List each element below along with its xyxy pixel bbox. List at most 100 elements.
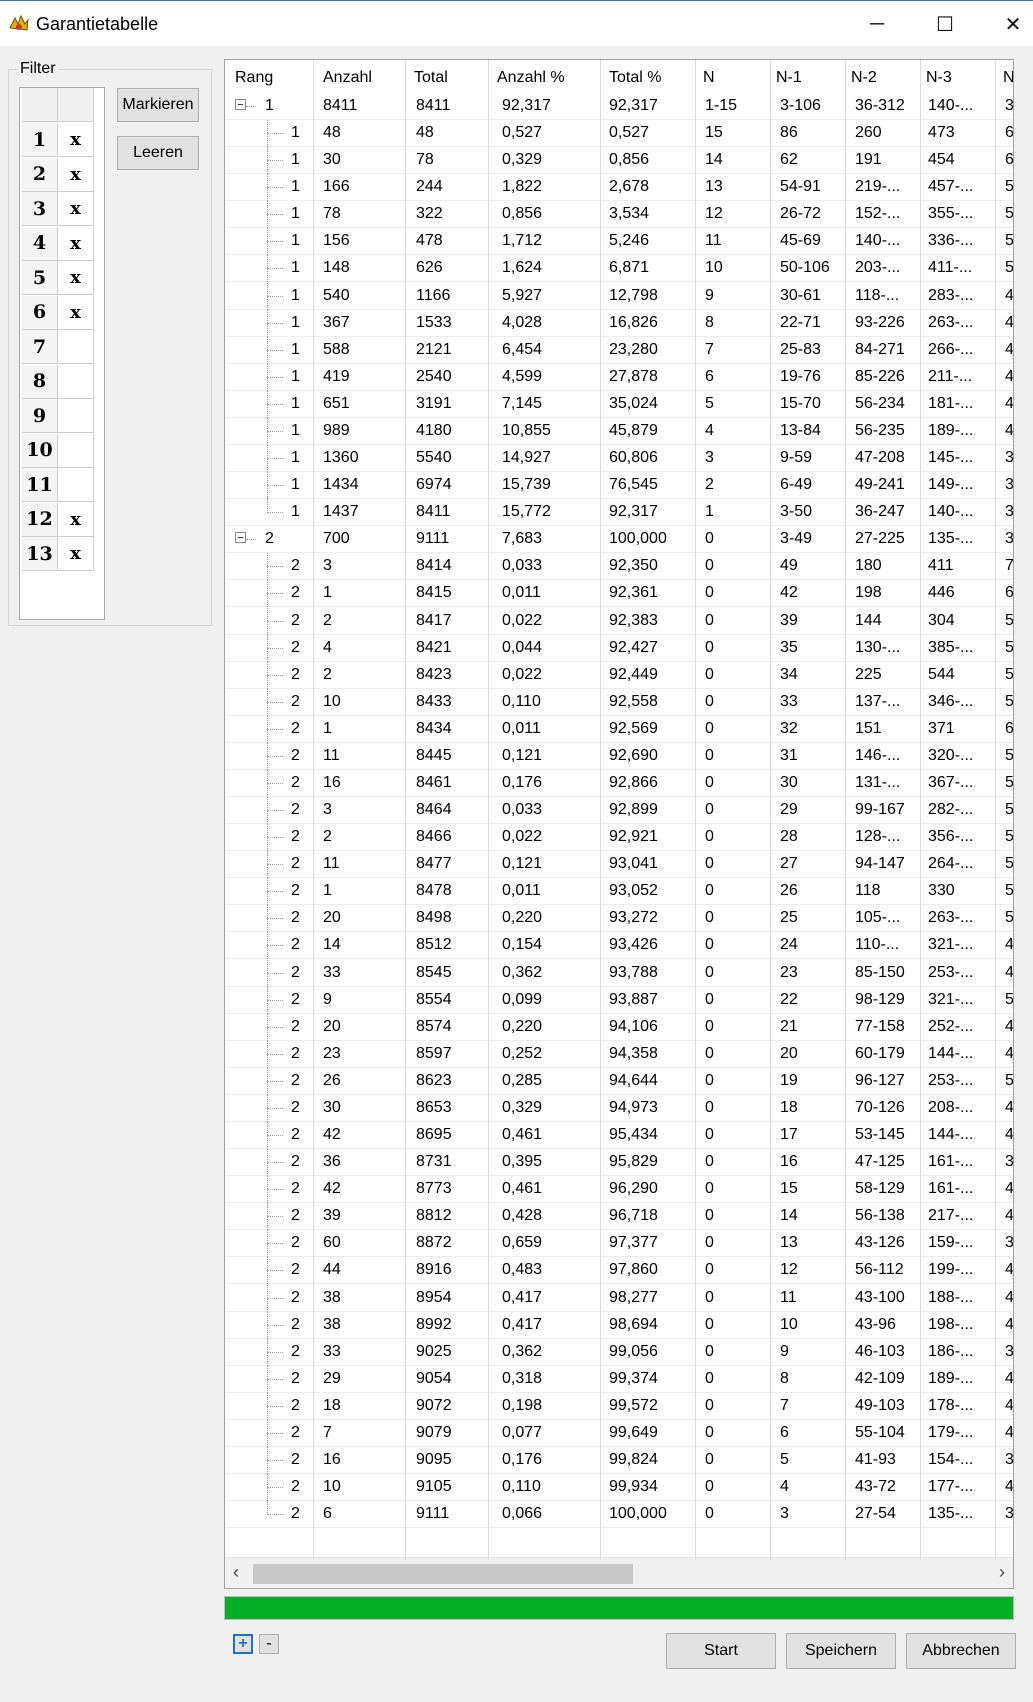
save-button[interactable]: Speichern	[786, 1633, 896, 1669]
filter-row-number[interactable]: 6	[22, 295, 58, 330]
filter-row[interactable]: 9	[20, 399, 104, 434]
table-row[interactable]: 1 30 78 0,329 0,856 14 62 191 454 6	[225, 147, 1013, 175]
table-row[interactable]: 2 2 8417 0,022 92,383 0 39 144 304 5	[225, 607, 1013, 635]
filter-row[interactable]: 7	[20, 330, 104, 365]
table-row[interactable]: 2 9 8554 0,099 93,887 0 22 98-129 321-... 5	[225, 986, 1013, 1014]
table-row[interactable]: 1 48 48 0,527 0,527 15 86 260 473 6	[225, 120, 1013, 148]
table-row[interactable]: 1 1437 8411 15,772 92,317 1 3-50 36-247 140-... 3	[225, 499, 1013, 527]
horizontal-scrollbar[interactable]: ‹ ›	[225, 1557, 1013, 1588]
filter-row-mark[interactable]: x	[58, 157, 94, 192]
filter-row-mark[interactable]	[58, 433, 94, 468]
table-row[interactable]: 2 42 8773 0,461 96,290 0 15 58-129 161-... 4	[225, 1176, 1013, 1204]
table-row[interactable]: 2 1 8434 0,011 92,569 0 32 151 371 6	[225, 715, 1013, 743]
table-row[interactable]: 2 38 8954 0,417 98,277 0 11 43-100 188-... 4	[225, 1284, 1013, 1312]
table-row[interactable]: 1 419 2540 4,599 27,878 6 19-76 85-226 211-... 4	[225, 363, 1013, 391]
filter-row-number[interactable]: 5	[22, 261, 58, 295]
table-row[interactable]: 2 60 8872 0,659 97,377 0 13 43-126 159-... 3	[225, 1230, 1013, 1258]
column-header[interactable]: Total	[414, 69, 448, 87]
scroll-right-icon[interactable]: ›	[999, 1562, 1005, 1583]
table-row[interactable]: 2 1 8415 0,011 92,361 0 42 198 446 6	[225, 580, 1013, 608]
clear-button[interactable]: Leeren	[117, 136, 199, 170]
table-row[interactable]: 2 16 8461 0,176 92,866 0 30 131-... 367-... 5	[225, 770, 1013, 797]
filter-row-mark[interactable]	[58, 468, 94, 502]
table-row[interactable]: 1 166 244 1,822 2,678 13 54-91 219-... 457-... 5	[225, 174, 1013, 202]
filter-row-mark[interactable]: x	[58, 295, 94, 330]
filter-row-mark[interactable]: x	[58, 226, 94, 261]
collapse-all-button[interactable]: -	[259, 1634, 279, 1654]
table-row[interactable]: 2 1 8478 0,011 93,052 0 26 118 330 5	[225, 878, 1013, 906]
scroll-thumb[interactable]	[253, 1564, 633, 1584]
collapse-icon[interactable]: −	[235, 99, 246, 111]
table-row[interactable]: 2 33 8545 0,362 93,788 0 23 85-150 253-... 4	[225, 959, 1013, 987]
table-row[interactable]: 1 156 478 1,712 5,246 11 45-69 140-... 336-... 5	[225, 228, 1013, 256]
guarantee-table[interactable]: Rang Anzahl Total Anzahl % Total % N N-1 N-2 N-3…	[224, 59, 1014, 1589]
column-header[interactable]: N	[1003, 69, 1013, 87]
table-row[interactable]: 2 20 8498 0,220 93,272 0 25 105-... 263-... 5	[225, 905, 1013, 933]
filter-row-mark[interactable]: x	[58, 261, 94, 295]
table-row[interactable]: 1 989 4180 10,855 45,879 4 13-84 56-235 189-... 4	[225, 417, 1013, 445]
table-row[interactable]: 2 2 8466 0,022 92,921 0 28 128-... 356-... 5	[225, 824, 1013, 852]
minimize-button[interactable]: ─	[844, 1, 910, 47]
table-row[interactable]: 2 23 8597 0,252 94,358 0 20 60-179 144-... 4	[225, 1040, 1013, 1068]
cancel-button[interactable]: Abbrechen	[906, 1633, 1016, 1669]
filter-row-mark[interactable]	[58, 364, 94, 399]
filter-row-number[interactable]: 3	[22, 192, 58, 226]
filter-row[interactable]: 3x	[20, 192, 104, 227]
start-button[interactable]: Start	[666, 1633, 776, 1669]
table-row[interactable]: 2 11 8445 0,121 92,690 0 31 146-... 320-... 5	[225, 742, 1013, 770]
table-row[interactable]: 2 4 8421 0,044 92,427 0 35 130-... 385-... 5	[225, 634, 1013, 662]
column-header[interactable]: N-3	[926, 69, 952, 87]
filter-row[interactable]: 12 x	[20, 502, 104, 538]
expand-all-button[interactable]: +	[233, 1634, 253, 1654]
table-row[interactable]: 2 2 8423 0,022 92,449 0 34 225 544 5	[225, 661, 1013, 689]
filter-row-number[interactable]: 12	[22, 502, 58, 537]
table-row[interactable]: 2 10 9105 0,110 99,934 0 4 43-72 177-... 4	[225, 1474, 1013, 1502]
filter-row-mark[interactable]	[58, 399, 94, 433]
tree-group-row[interactable]: − 1 8411 8411 92,317 92,317 1-15 3-106 36-312 140…	[225, 93, 1013, 120]
table-row[interactable]: 2 39 8812 0,428 96,718 0 14 56-138 217-... 4	[225, 1203, 1013, 1231]
filter-row-mark[interactable]: x	[58, 537, 94, 571]
filter-row[interactable]: 5x	[20, 261, 104, 296]
table-row[interactable]: 2 29 9054 0,318 99,374 0 8 42-109 189-... 4	[225, 1365, 1013, 1393]
table-row[interactable]: 1 367 1533 4,028 16,826 8 22-71 93-226 263-... 4	[225, 309, 1013, 337]
collapse-icon[interactable]: −	[235, 532, 246, 544]
mark-button[interactable]: Markieren	[117, 88, 199, 122]
column-header[interactable]: Anzahl	[323, 69, 372, 87]
filter-row-number[interactable]: 10	[22, 433, 58, 468]
filter-row[interactable]: 1x	[20, 123, 104, 158]
table-row[interactable]: 2 10 8433 0,110 92,558 0 33 137-... 346-... 5	[225, 688, 1013, 716]
column-header[interactable]: Rang	[235, 69, 273, 87]
column-header[interactable]: N	[703, 69, 715, 87]
table-row[interactable]: 2 20 8574 0,220 94,106 0 21 77-158 252-... 4	[225, 1013, 1013, 1041]
column-header[interactable]: N-2	[851, 69, 877, 87]
filter-row-mark[interactable]: x	[58, 123, 94, 157]
table-row[interactable]: 2 3 8414 0,033 92,350 0 49 180 411 7	[225, 553, 1013, 581]
filter-row[interactable]: 13 x	[20, 537, 104, 572]
column-header[interactable]: Anzahl %	[497, 69, 565, 87]
table-row[interactable]: 2 14 8512 0,154 93,426 0 24 110-... 321-... 4	[225, 932, 1013, 960]
filter-row-number[interactable]: 9	[22, 399, 58, 433]
filter-row-number[interactable]: 7	[22, 330, 58, 364]
table-row[interactable]: 1 1360 5540 14,927 60,806 3 9-59 47-208 145-... 3	[225, 445, 1013, 473]
filter-row[interactable]: 2x	[20, 157, 104, 193]
filter-row-mark[interactable]: x	[58, 502, 94, 537]
filter-row[interactable]: 11	[20, 468, 104, 503]
filter-row-mark[interactable]	[58, 330, 94, 364]
filter-row-number[interactable]: 2	[22, 157, 58, 192]
table-row[interactable]: 2 26 8623 0,285 94,644 0 19 96-127 253-... 5	[225, 1067, 1013, 1095]
table-row[interactable]: 2 33 9025 0,362 99,056 0 9 46-103 186-... 3	[225, 1338, 1013, 1366]
table-row[interactable]: 1 651 3191 7,145 35,024 5 15-70 56-234 181-... 4	[225, 390, 1013, 418]
table-row[interactable]: 2 16 9095 0,176 99,824 0 5 41-93 154-... 3	[225, 1447, 1013, 1474]
table-row[interactable]: 2 42 8695 0,461 95,434 0 17 53-145 144-... 4	[225, 1122, 1013, 1150]
table-row[interactable]: 2 38 8992 0,417 98,694 0 10 43-96 198-... 4	[225, 1311, 1013, 1339]
filter-row[interactable]: 10	[20, 433, 104, 469]
column-header[interactable]: N-1	[776, 69, 802, 87]
tree-group-row[interactable]: − 2 700 9111 7,683 100,000 0 3-49 27-225 135-... 3	[225, 526, 1013, 554]
table-row[interactable]: 1 1434 6974 15,739 76,545 2 6-49 49-241 149-... 3	[225, 472, 1013, 500]
filter-row-mark[interactable]: x	[58, 192, 94, 226]
table-row[interactable]: 1 540 1166 5,927 12,798 9 30-61 118-... 283-... 4	[225, 282, 1013, 310]
filter-row-number[interactable]: 11	[22, 468, 58, 502]
table-row[interactable]: 1 588 2121 6,454 23,280 7 25-83 84-271 266-... 4	[225, 336, 1013, 364]
filter-row[interactable]: 6x	[20, 295, 104, 331]
table-row[interactable]: 2 7 9079 0,077 99,649 0 6 55-104 179-... 4	[225, 1419, 1013, 1447]
